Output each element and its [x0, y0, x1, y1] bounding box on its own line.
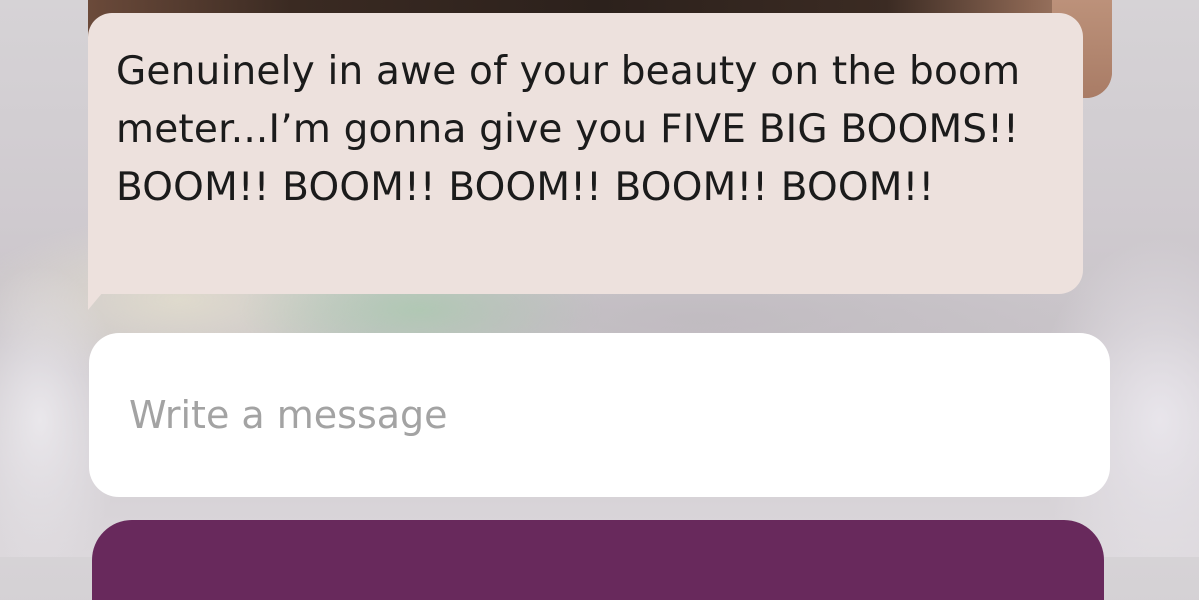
message-composer[interactable] — [89, 333, 1110, 497]
send-button[interactable] — [92, 520, 1104, 600]
message-bubble: Genuinely in awe of your beauty on the b… — [88, 13, 1083, 294]
message-input[interactable] — [129, 393, 1070, 437]
message-bubble-tail — [88, 286, 108, 310]
message-text: Genuinely in awe of your beauty on the b… — [116, 49, 1021, 210]
